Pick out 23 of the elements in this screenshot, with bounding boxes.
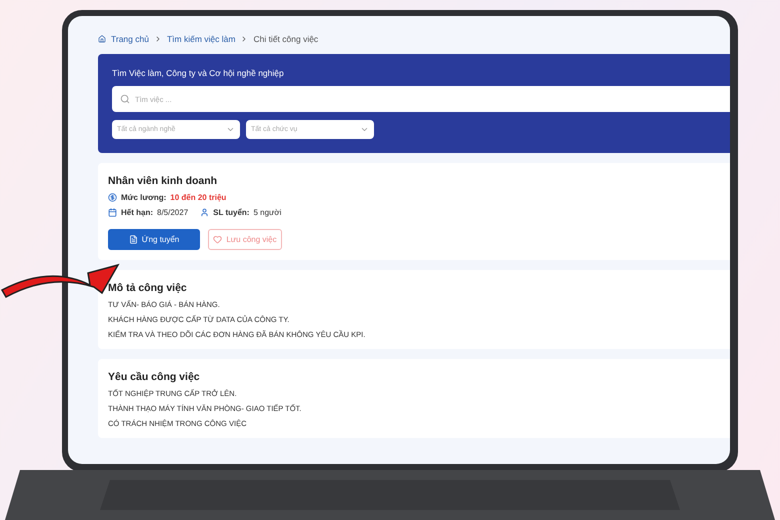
document-icon bbox=[128, 235, 138, 244]
person-icon bbox=[200, 208, 210, 217]
deadline-label: Hết hạn: bbox=[121, 208, 153, 217]
section-title: Mô tả công việc bbox=[108, 282, 188, 294]
home-icon bbox=[98, 35, 106, 43]
chevron-down-icon bbox=[226, 125, 235, 134]
calendar-icon bbox=[108, 208, 117, 217]
breadcrumb-link[interactable]: Tìm kiếm việc làm bbox=[166, 34, 236, 44]
job-title: Nhân viên kinh doanh bbox=[108, 175, 218, 187]
dollar-icon bbox=[108, 193, 117, 202]
headcount-label: SL tuyển: bbox=[213, 208, 250, 217]
breadcrumb-link[interactable]: Chi tiết công việc bbox=[253, 34, 318, 44]
salary-value: 10 đến 20 triệu bbox=[170, 193, 226, 202]
section-title: Yêu cầu công việc bbox=[108, 371, 201, 383]
headcount-value: 5 người bbox=[253, 208, 282, 217]
chevron-down-icon bbox=[360, 125, 369, 134]
search-panel-title: Tìm Việc làm, Công ty và Cơ hội nghề nghiệp bbox=[112, 68, 285, 78]
search-icon bbox=[120, 94, 130, 104]
salary-label: Mức lương: bbox=[121, 193, 166, 202]
deadline-value: 8/5/2027 bbox=[157, 208, 188, 217]
breadcrumb-link[interactable]: Trang chủ bbox=[111, 34, 149, 44]
apply-button[interactable]: Ứng tuyển bbox=[108, 229, 200, 250]
heart-icon bbox=[213, 235, 222, 244]
